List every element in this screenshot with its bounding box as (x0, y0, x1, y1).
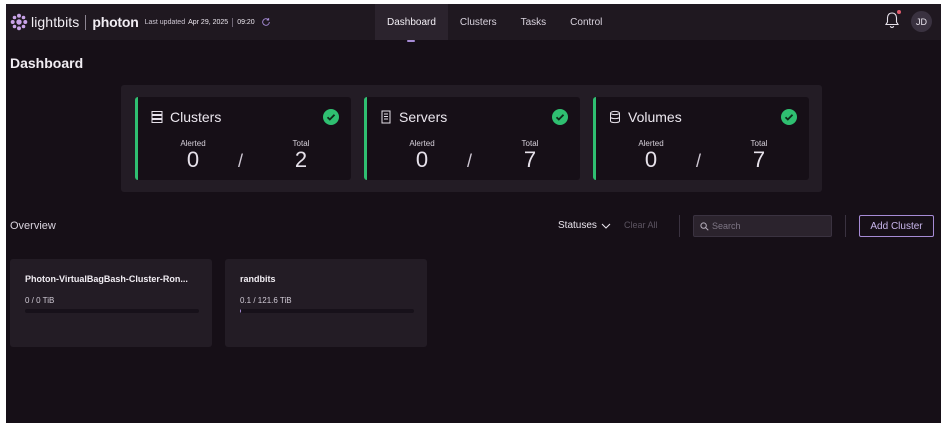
nav-clusters[interactable]: Clusters (448, 4, 509, 40)
database-icon (610, 110, 620, 124)
alerted-stat: Alerted 0 (402, 139, 442, 172)
clusters-icon (151, 111, 163, 123)
last-updated: Last updated Apr 29, 2025 09:20 (145, 17, 271, 27)
status-ok-check-icon (781, 109, 797, 125)
main-nav: Dashboard Clusters Tasks Control (375, 4, 614, 42)
total-count: 7 (523, 147, 537, 172)
separator-slash: / (696, 151, 702, 171)
usage-bar (240, 309, 414, 313)
search-icon (700, 221, 709, 231)
user-avatar[interactable]: JD (911, 11, 932, 32)
statuses-filter-dropdown[interactable]: Statuses (558, 220, 611, 231)
card-header: Clusters (150, 109, 221, 125)
cluster-card[interactable]: Photon-VirtualBagBash-Cluster-Ron... 0 /… (10, 259, 212, 347)
cluster-name: randbits (240, 274, 276, 284)
last-updated-time: 09:20 (237, 18, 255, 26)
toolbar-divider (845, 215, 846, 237)
card-header: Servers (379, 109, 447, 125)
nav-tasks[interactable]: Tasks (509, 4, 559, 40)
separator-slash: / (467, 151, 473, 171)
last-updated-date: Apr 29, 2025 (188, 18, 229, 26)
total-count: 2 (294, 147, 308, 172)
summary-panel: Clusters Alerted 0 / Total 2 Servers Ale… (121, 85, 822, 192)
status-ok-check-icon (323, 109, 339, 125)
cluster-usage: 0 / 0 TiB (25, 296, 55, 305)
total-stat: Total 7 (510, 139, 550, 172)
top-bar: lightbits photon Last updated Apr 29, 20… (6, 4, 941, 42)
search-input[interactable] (712, 221, 822, 231)
separator-slash: / (238, 151, 244, 171)
lightbits-logo-icon (10, 13, 28, 31)
last-updated-divider (232, 17, 234, 27)
card-header: Volumes (608, 109, 682, 125)
total-stat: Total 7 (739, 139, 779, 172)
nav-dashboard[interactable]: Dashboard (375, 4, 448, 42)
last-updated-label: Last updated (144, 18, 186, 26)
add-cluster-button[interactable]: Add Cluster (859, 215, 934, 237)
product-name: photon (92, 14, 139, 30)
notification-badge (897, 10, 901, 14)
status-ok-check-icon (552, 109, 568, 125)
alerted-stat: Alerted 0 (173, 139, 213, 172)
server-icon (381, 110, 391, 124)
alerted-count: 0 (186, 147, 200, 172)
cluster-card[interactable]: randbits 0.1 / 121.6 TiB (225, 259, 427, 347)
alerted-count: 0 (644, 147, 658, 172)
page-title: Dashboard (10, 55, 84, 71)
brand-divider (85, 14, 87, 30)
card-title: Volumes (628, 109, 682, 125)
statuses-filter-label: Statuses (558, 220, 597, 231)
total-count: 7 (752, 147, 766, 172)
servers-summary-card[interactable]: Servers Alerted 0 / Total 7 (364, 97, 580, 180)
clear-all-button[interactable]: Clear All (624, 220, 658, 230)
usage-bar (25, 309, 199, 313)
brand-name: lightbits (31, 14, 80, 30)
clusters-summary-card[interactable]: Clusters Alerted 0 / Total 2 (135, 97, 351, 180)
search-box[interactable] (693, 215, 832, 237)
app-window: lightbits photon Last updated Apr 29, 20… (6, 4, 941, 423)
overview-heading: Overview (10, 220, 56, 232)
alerted-count: 0 (415, 147, 429, 172)
cluster-name: Photon-VirtualBagBash-Cluster-Ron... (25, 274, 188, 284)
chevron-down-icon (601, 223, 611, 229)
toolbar-divider (679, 215, 680, 237)
nav-control[interactable]: Control (558, 4, 614, 40)
cluster-usage: 0.1 / 121.6 TiB (240, 296, 292, 305)
total-stat: Total 2 (281, 139, 321, 172)
brand: lightbits photon Last updated Apr 29, 20… (10, 4, 271, 40)
card-title: Clusters (170, 109, 222, 125)
alerted-stat: Alerted 0 (631, 139, 671, 172)
volumes-summary-card[interactable]: Volumes Alerted 0 / Total 7 (593, 97, 809, 180)
refresh-icon[interactable] (261, 17, 271, 27)
card-title: Servers (399, 109, 448, 125)
